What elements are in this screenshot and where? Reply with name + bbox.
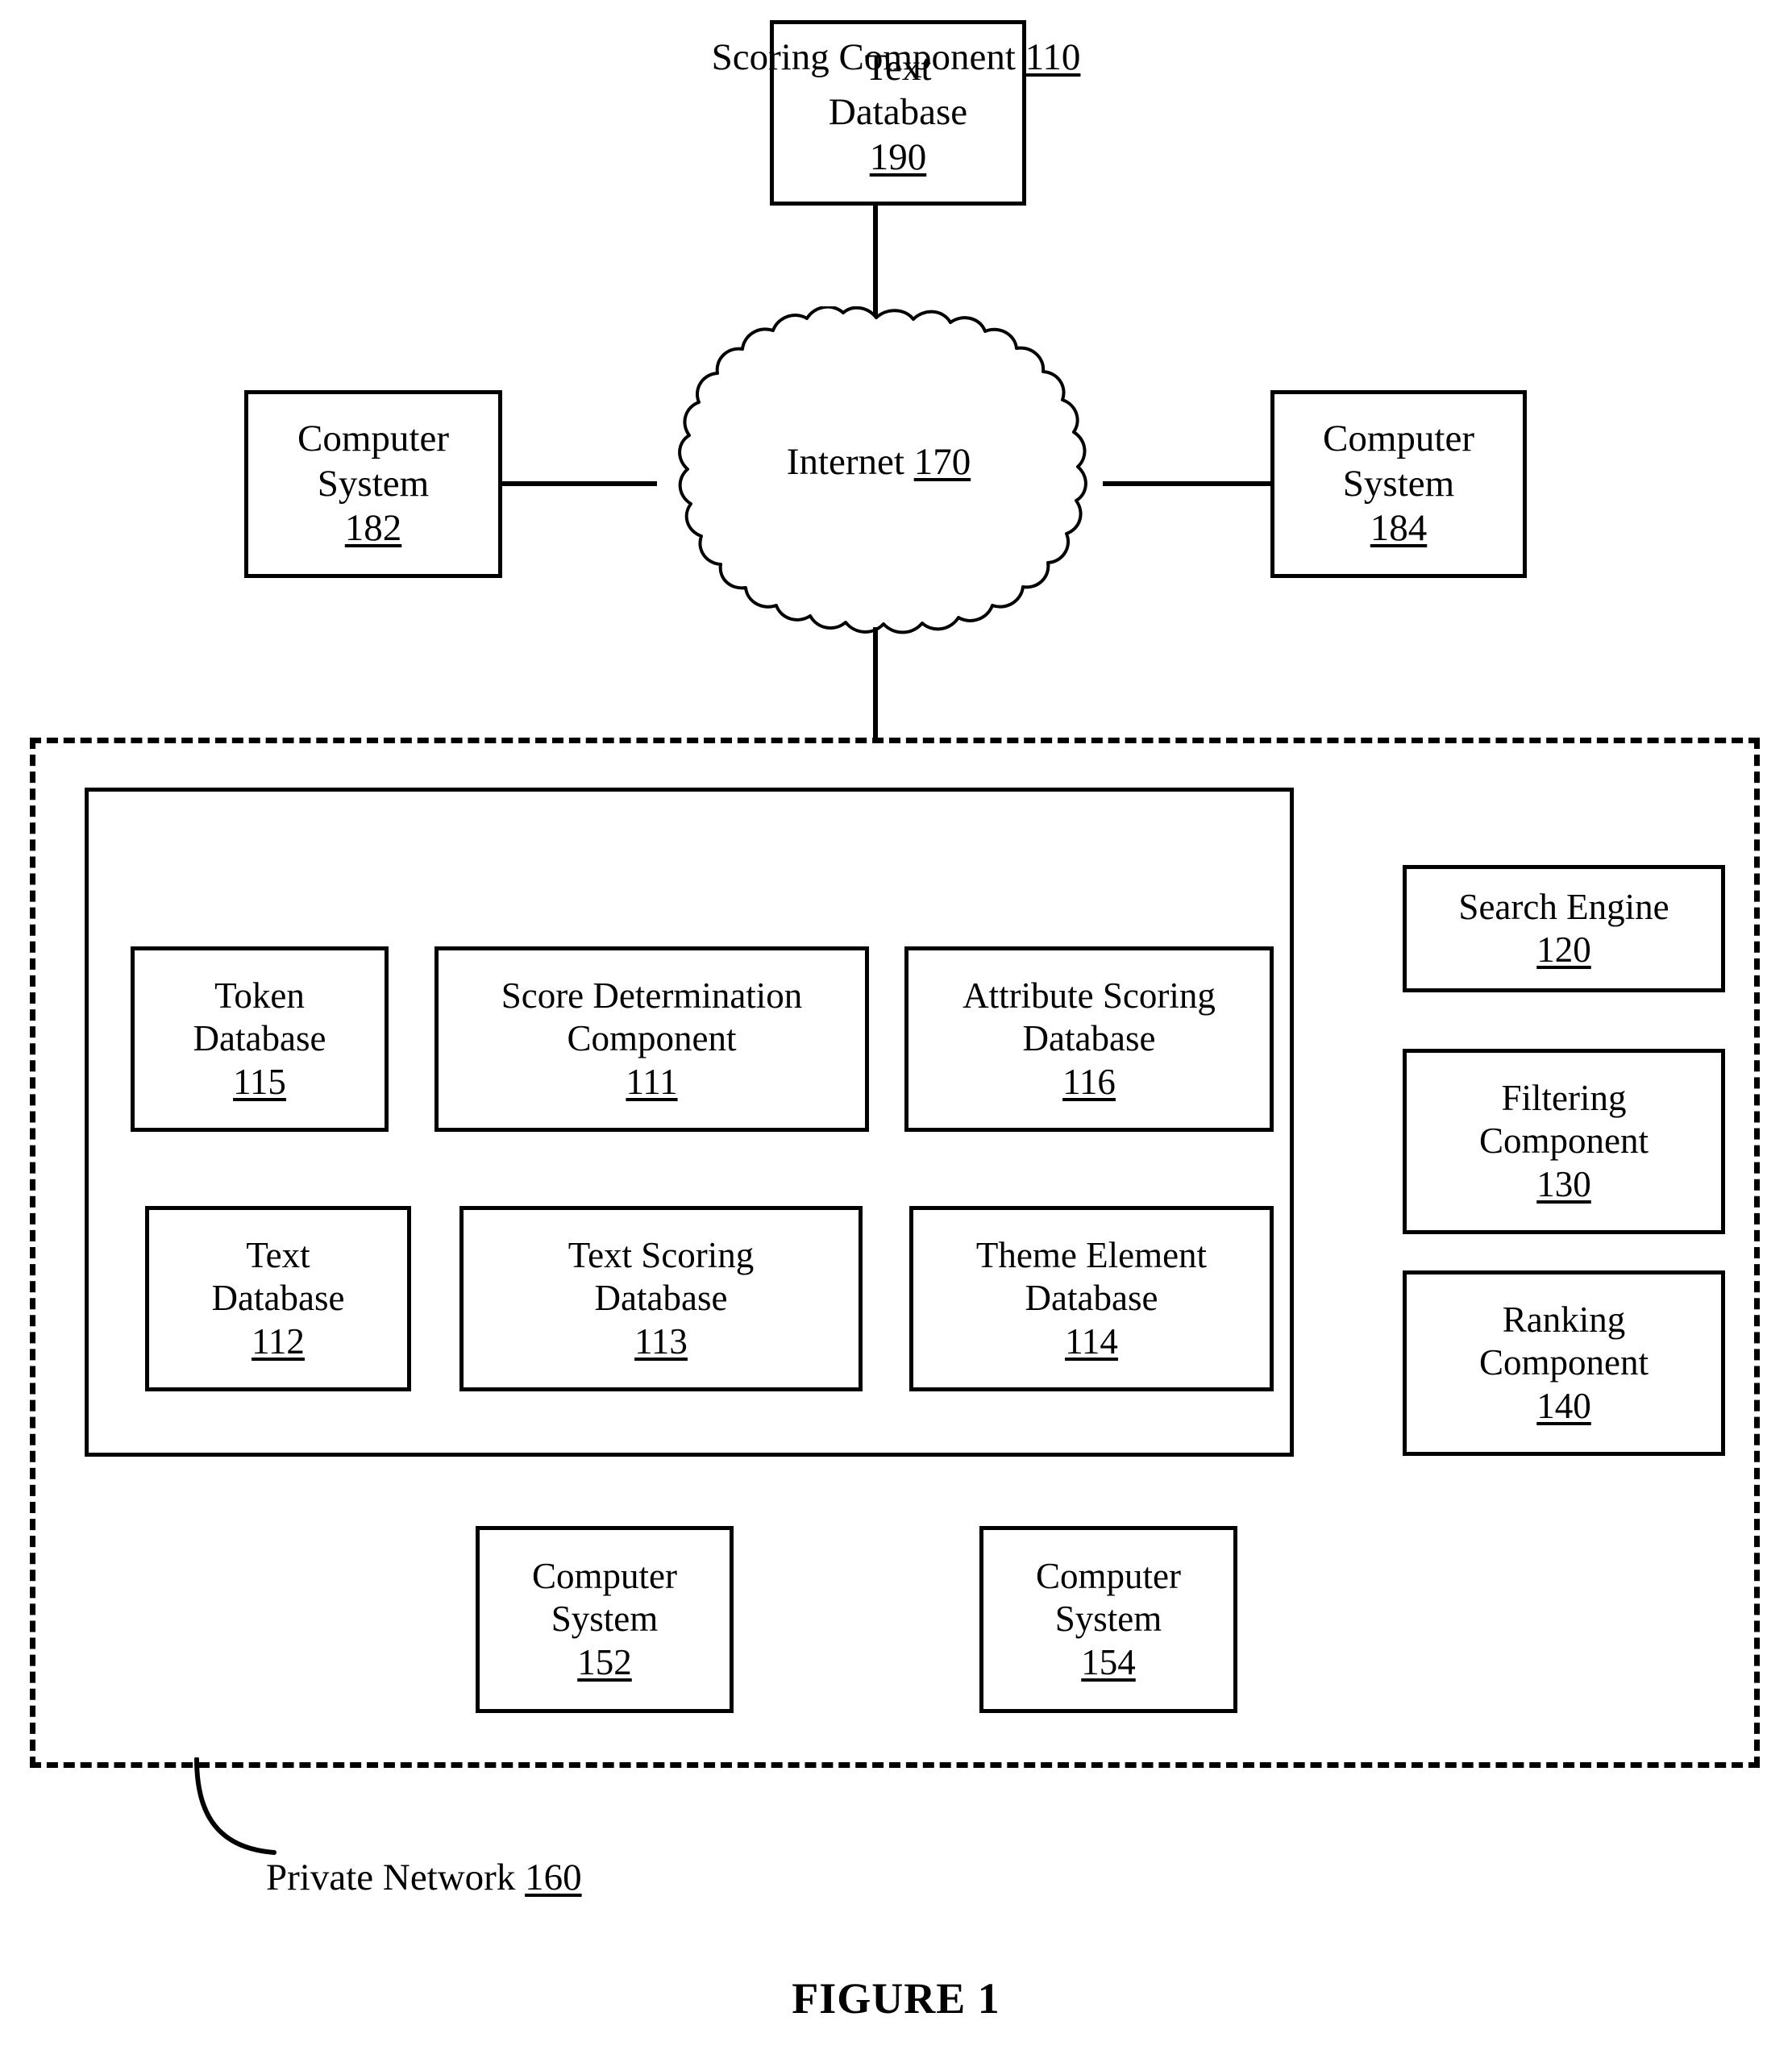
computer-system-184-ref: 184: [1370, 507, 1428, 550]
internet-cloud-label: Internet 170: [645, 439, 1112, 485]
module-112-ref: 112: [252, 1320, 305, 1362]
module-111-line1: Score Determination: [501, 975, 803, 1017]
text-database-190-line2: Database: [828, 91, 968, 134]
module-113-line1: Text Scoring: [568, 1235, 755, 1276]
scoring-component-title-ref: 110: [1025, 36, 1081, 78]
module-112-line2: Database: [211, 1278, 345, 1319]
service-140-ref: 140: [1536, 1385, 1591, 1426]
scoring-component-title-text: Scoring Component: [711, 36, 1016, 78]
cs-154-line1: Computer: [1036, 1556, 1181, 1597]
search-engine-120-box: Search Engine 120: [1403, 865, 1725, 992]
module-112-line1: Text: [246, 1235, 310, 1276]
computer-system-182-line1: Computer: [297, 418, 449, 460]
computer-system-152-box: Computer System 152: [476, 1526, 734, 1713]
module-113-ref: 113: [634, 1320, 688, 1362]
text-database-190-ref: 190: [869, 135, 927, 178]
cs-152-ref: 152: [577, 1641, 632, 1682]
patent-figure-1: Text Database 190 Internet 170 Computer …: [0, 0, 1792, 2050]
internet-label-text: Internet: [786, 441, 904, 483]
module-text-scoring-database-113: Text Scoring Database 113: [459, 1206, 863, 1391]
computer-system-184-line1: Computer: [1323, 418, 1474, 460]
service-130-line1: Filtering: [1501, 1078, 1627, 1119]
cs-154-ref: 154: [1081, 1641, 1136, 1682]
module-115-line2: Database: [193, 1018, 326, 1059]
connector-textdb-to-internet: [873, 206, 878, 322]
cs-152-line2: System: [551, 1599, 659, 1640]
module-114-ref: 114: [1065, 1320, 1118, 1362]
computer-system-182-box: Computer System 182: [244, 390, 502, 578]
module-114-line1: Theme Element: [975, 1235, 1208, 1276]
module-text-database-112: Text Database 112: [145, 1206, 411, 1391]
ranking-component-140-box: Ranking Component 140: [1403, 1270, 1725, 1456]
private-network-label: Private Network 160: [266, 1856, 582, 1900]
filtering-component-130-box: Filtering Component 130: [1403, 1049, 1725, 1234]
module-115-line1: Token: [214, 975, 305, 1017]
module-111-ref: 111: [626, 1061, 678, 1102]
private-network-label-ref: 160: [525, 1857, 582, 1898]
computer-system-154-box: Computer System 154: [979, 1526, 1237, 1713]
module-111-line2: Component: [567, 1018, 737, 1059]
connector-cs182-to-internet: [500, 481, 657, 486]
module-116-line1: Attribute Scoring: [963, 975, 1216, 1017]
cs-152-line1: Computer: [532, 1556, 677, 1597]
service-140-line2: Component: [1479, 1342, 1649, 1383]
connector-internet-to-private-network: [873, 627, 878, 740]
computer-system-184-line2: System: [1342, 462, 1455, 505]
cs-154-line2: System: [1054, 1599, 1162, 1640]
service-140-line1: Ranking: [1502, 1299, 1626, 1341]
module-115-ref: 115: [233, 1061, 286, 1102]
module-score-determination-component-111: Score Determination Component 111: [434, 946, 869, 1132]
module-116-line2: Database: [1022, 1018, 1156, 1059]
computer-system-182-line2: System: [317, 462, 430, 505]
internet-label-ref: 170: [913, 441, 971, 483]
service-120-ref: 120: [1536, 929, 1591, 970]
module-attribute-scoring-database-116: Attribute Scoring Database 116: [904, 946, 1274, 1132]
computer-system-184-box: Computer System 184: [1270, 390, 1527, 578]
connector-internet-to-cs184: [1103, 481, 1272, 486]
module-113-line2: Database: [594, 1278, 728, 1319]
figure-caption: FIGURE 1: [792, 1974, 1000, 2023]
module-114-line2: Database: [1025, 1278, 1158, 1319]
module-theme-element-database-114: Theme Element Database 114: [909, 1206, 1274, 1391]
computer-system-182-ref: 182: [344, 507, 402, 550]
module-token-database-115: Token Database 115: [131, 946, 389, 1132]
service-130-ref: 130: [1536, 1163, 1591, 1204]
module-116-ref: 116: [1062, 1061, 1116, 1102]
scoring-component-title: Scoring Component 110: [0, 35, 1792, 80]
service-130-line2: Component: [1479, 1121, 1649, 1162]
private-network-label-text: Private Network: [266, 1857, 516, 1898]
service-120-line1: Search Engine: [1458, 886, 1669, 927]
